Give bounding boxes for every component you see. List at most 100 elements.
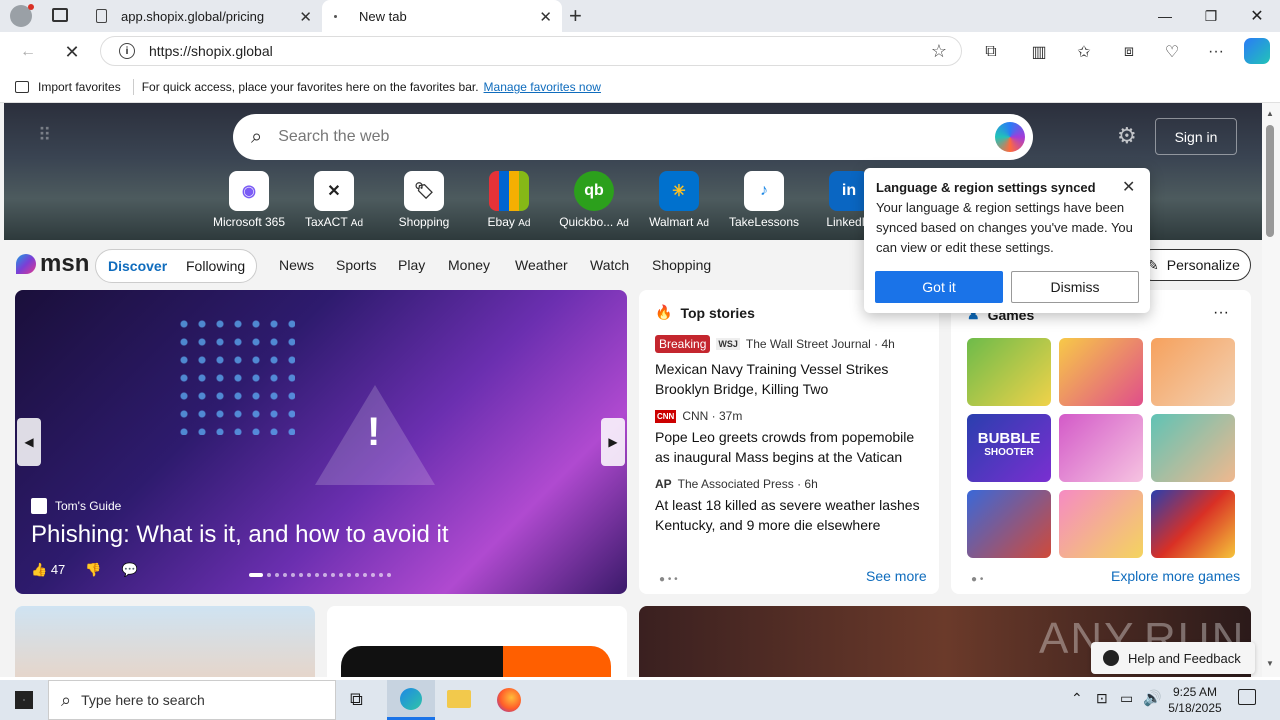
start-windows-icon[interactable]	[15, 691, 33, 709]
address-text: https://shopix.global	[149, 43, 273, 59]
close-window-icon[interactable]: ✕	[1234, 0, 1280, 32]
scroll-thumb[interactable]	[1266, 125, 1274, 237]
story-item[interactable]: AP The Associated Press · 6h At least 18…	[655, 477, 923, 535]
sign-in-button[interactable]: Sign in	[1155, 118, 1237, 155]
story-item[interactable]: CNN CNN · 37m Pope Leo greets crowds fro…	[655, 409, 923, 467]
nav-weather[interactable]: Weather	[515, 257, 568, 273]
like-button[interactable]: 👍 47	[31, 562, 65, 578]
new-tab-icon[interactable]: +	[569, 3, 582, 29]
personalize-button[interactable]: ✎ Personalize	[1136, 249, 1251, 281]
scroll-up-icon[interactable]: ▲	[1266, 109, 1274, 118]
nav-sports[interactable]: Sports	[336, 257, 376, 273]
game-thumbnail[interactable]	[1059, 338, 1143, 406]
nav-money[interactable]: Money	[448, 257, 490, 273]
volume-icon[interactable]: 🔊	[1143, 689, 1162, 707]
story-item[interactable]: Breaking WSJ The Wall Street Journal · 4…	[655, 335, 923, 399]
nav-watch[interactable]: Watch	[590, 257, 629, 273]
import-favorites-icon[interactable]	[15, 81, 29, 93]
story-headline[interactable]: Mexican Navy Training Vessel Strikes Bro…	[655, 359, 923, 399]
quick-link-shopping[interactable]: 🏷 Shopping	[384, 171, 464, 229]
game-thumbnail[interactable]	[967, 490, 1051, 558]
game-thumbnail-bubble-shooter[interactable]: BUBBLE SHOOTER	[967, 414, 1051, 482]
import-favorites-button[interactable]: Import favorites	[38, 80, 121, 94]
quick-link-microsoft-365[interactable]: ◉ Microsoft 365	[209, 171, 289, 229]
game-thumbnail[interactable]	[1151, 490, 1235, 558]
close-popup-icon[interactable]: ✕	[1122, 177, 1135, 197]
copilot-search-icon[interactable]	[995, 122, 1025, 152]
game-thumbnail[interactable]	[1151, 338, 1235, 406]
explore-games-link[interactable]: Explore more games	[1111, 568, 1240, 584]
collections-icon[interactable]: ⧈	[1115, 38, 1143, 66]
apps-grid-icon[interactable]: ⠿	[38, 125, 51, 146]
tab-discover[interactable]: Discover	[108, 258, 167, 274]
game-thumbnail[interactable]	[967, 338, 1051, 406]
nav-shopping[interactable]: Shopping	[652, 257, 711, 273]
favorites-icon[interactable]: ✩	[1070, 38, 1098, 66]
dismiss-button[interactable]: Dismiss	[1011, 271, 1139, 303]
copilot-icon[interactable]	[1244, 38, 1270, 64]
minimize-icon[interactable]: —	[1142, 0, 1188, 32]
game-thumbnail[interactable]	[1059, 414, 1143, 482]
taxact-icon: ✕	[314, 171, 354, 211]
file-explorer-icon[interactable]	[447, 690, 471, 708]
game-thumbnail[interactable]	[1151, 414, 1235, 482]
more-options-icon[interactable]: ···	[1202, 38, 1230, 66]
quick-link-ebay[interactable]: Ebay Ad	[469, 171, 549, 229]
quick-link-takelessons[interactable]: ♪ TakeLessons	[724, 171, 804, 229]
firefox-icon[interactable]	[497, 688, 521, 712]
settings-gear-icon[interactable]: ⚙	[1117, 123, 1137, 149]
taskbar-search-box[interactable]: ⌕ Type here to search	[48, 680, 336, 720]
extensions-icon[interactable]: ⧉	[977, 38, 1005, 66]
help-feedback-button[interactable]: Help and Feedback	[1091, 642, 1255, 674]
see-more-link[interactable]: See more	[866, 568, 927, 584]
tab-pricing[interactable]: app.shopix.global/pricing ✕	[84, 0, 322, 32]
comment-icon[interactable]: 💬	[121, 562, 137, 578]
quick-link-quickbooks[interactable]: qb Quickbo... Ad	[554, 171, 634, 229]
restore-icon[interactable]: ❐	[1188, 0, 1234, 32]
split-screen-icon[interactable]: ▥	[1025, 38, 1053, 66]
wifi-icon[interactable]: ▭	[1120, 690, 1133, 707]
address-bar[interactable]: i https://shopix.global ☆	[100, 36, 962, 66]
games-card: ♟ Games ··· BUBBLE SHOOTER ● • Explore m…	[951, 290, 1251, 594]
task-view-icon[interactable]: ⧉	[350, 689, 363, 710]
quick-link-walmart[interactable]: ✳ Walmart Ad	[639, 171, 719, 229]
quick-link-taxact[interactable]: ✕ TaxACT Ad	[294, 171, 374, 229]
stop-loading-icon[interactable]: ✕	[58, 38, 86, 66]
web-search-box[interactable]: ⌕ Search the web	[233, 114, 1033, 160]
back-icon[interactable]: ←	[14, 38, 42, 66]
network-icon[interactable]: ⊡	[1096, 690, 1108, 707]
nav-play[interactable]: Play	[398, 257, 425, 273]
hero-headline[interactable]: Phishing: What is it, and how to avoid i…	[31, 521, 449, 549]
edge-taskbar-icon[interactable]	[387, 680, 435, 720]
search-icon: ⌕	[61, 689, 72, 710]
close-tab-icon[interactable]: ✕	[299, 8, 312, 26]
game-thumbnail[interactable]	[1059, 490, 1143, 558]
browser-essentials-icon[interactable]: ♡	[1158, 38, 1186, 66]
carousel-next-button[interactable]: ▶	[601, 418, 625, 466]
games-more-icon[interactable]: ···	[1213, 304, 1229, 322]
story-headline[interactable]: At least 18 killed as severe weather las…	[655, 495, 923, 535]
news-card[interactable]	[15, 606, 315, 677]
hero-story-card[interactable]: ! ◀ ▶ Tom's Guide Phishing: What is it, …	[15, 290, 627, 594]
scroll-down-icon[interactable]: ▼	[1266, 659, 1274, 668]
thumbs-down-icon[interactable]: 👎	[85, 562, 101, 578]
clock[interactable]: 9:25 AM 5/18/2025	[1166, 684, 1224, 716]
manage-favorites-link[interactable]: Manage favorites now	[484, 80, 601, 94]
notifications-icon[interactable]	[1238, 689, 1256, 705]
tab-actions-icon[interactable]	[52, 8, 68, 22]
show-hidden-icons[interactable]: ⌃	[1071, 690, 1083, 707]
tab-following[interactable]: Following	[186, 258, 245, 274]
ad-card[interactable]	[327, 606, 627, 677]
msn-logo[interactable]: msn	[16, 250, 89, 278]
nav-news[interactable]: News	[279, 257, 314, 273]
tab-title: New tab	[359, 8, 407, 24]
help-icon	[1103, 650, 1119, 666]
carousel-prev-button[interactable]: ◀	[17, 418, 41, 466]
feed-tabs: Discover Following	[95, 249, 257, 283]
favorite-star-icon[interactable]: ☆	[931, 41, 947, 62]
got-it-button[interactable]: Got it	[875, 271, 1003, 303]
page-scrollbar[interactable]: ▲ ▼	[1262, 103, 1280, 677]
story-headline[interactable]: Pope Leo greets crowds from popemobile a…	[655, 427, 923, 467]
tab-new-tab[interactable]: New tab ✕	[322, 0, 562, 32]
close-tab-icon[interactable]: ✕	[539, 8, 552, 26]
